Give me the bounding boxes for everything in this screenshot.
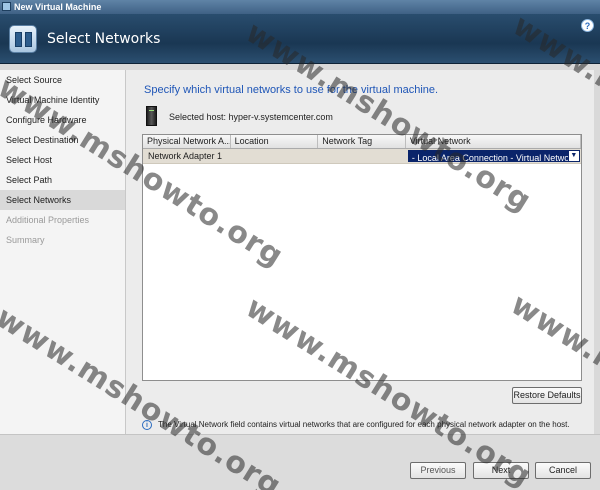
previous-button[interactable]: Previous xyxy=(410,462,466,479)
info-text: The Virtual Network field contains virtu… xyxy=(158,420,570,430)
table-header: Physical Network A... Location Network T… xyxy=(143,135,582,149)
sidebar-item-configure-hardware[interactable]: Configure Hardware xyxy=(0,110,125,130)
table-row[interactable]: Network Adapter 1 - Local Area Connectio… xyxy=(143,149,581,164)
virtual-network-dropdown[interactable]: - Local Area Connection - Virtual Networ… xyxy=(407,150,580,162)
column-location[interactable]: Location xyxy=(231,135,319,148)
window-title: New Virtual Machine xyxy=(14,2,102,12)
wizard-steps-sidebar: Select Source Virtual Machine Identity C… xyxy=(0,70,126,434)
sidebar-item-vm-identity[interactable]: Virtual Machine Identity xyxy=(0,90,125,110)
page-title: Select Networks xyxy=(47,31,161,47)
cell-virtual-network: - Local Area Connection - Virtual Networ… xyxy=(406,149,581,163)
cancel-button[interactable]: Cancel xyxy=(535,462,591,479)
info-icon: i xyxy=(142,420,152,430)
network-adapter-table: Physical Network A... Location Network T… xyxy=(142,134,582,381)
column-physical-network-adapter[interactable]: Physical Network A... xyxy=(143,135,231,148)
instruction-heading: Specify which virtual networks to use fo… xyxy=(144,84,439,96)
window-title-bar: New Virtual Machine xyxy=(0,0,600,14)
sidebar-item-select-source[interactable]: Select Source xyxy=(0,70,125,90)
sidebar-item-select-networks[interactable]: Select Networks xyxy=(0,190,125,210)
main-panel: Specify which virtual networks to use fo… xyxy=(126,70,594,434)
cell-adapter: Network Adapter 1 xyxy=(148,151,223,161)
help-icon[interactable]: ? xyxy=(581,19,594,32)
cell-network-tag xyxy=(318,149,406,163)
virtual-network-selected-value: - Local Area Connection - Virtual Networ… xyxy=(411,153,577,162)
sidebar-item-select-host[interactable]: Select Host xyxy=(0,150,125,170)
server-icon xyxy=(146,106,157,126)
restore-defaults-button[interactable]: Restore Defaults xyxy=(512,387,582,404)
next-button[interactable]: Next xyxy=(473,462,529,479)
chevron-down-icon[interactable]: ▼ xyxy=(567,151,579,161)
app-icon xyxy=(2,2,11,11)
cell-location xyxy=(231,149,319,163)
network-page-icon xyxy=(9,25,37,53)
column-network-tag[interactable]: Network Tag xyxy=(318,135,406,148)
selected-host-label: Selected host: hyper-v.systemcenter.com xyxy=(169,112,333,122)
wizard-header: Select Networks ? xyxy=(0,14,600,64)
sidebar-item-select-path[interactable]: Select Path xyxy=(0,170,125,190)
column-virtual-network[interactable]: Virtual Network xyxy=(406,135,582,148)
info-message: i The Virtual Network field contains virt… xyxy=(142,420,570,430)
sidebar-item-summary: Summary xyxy=(6,235,45,245)
wizard-footer: Previous Next Cancel xyxy=(0,434,600,490)
sidebar-item-select-destination[interactable]: Select Destination xyxy=(0,130,125,150)
sidebar-item-additional-properties: Additional Properties xyxy=(6,215,90,225)
